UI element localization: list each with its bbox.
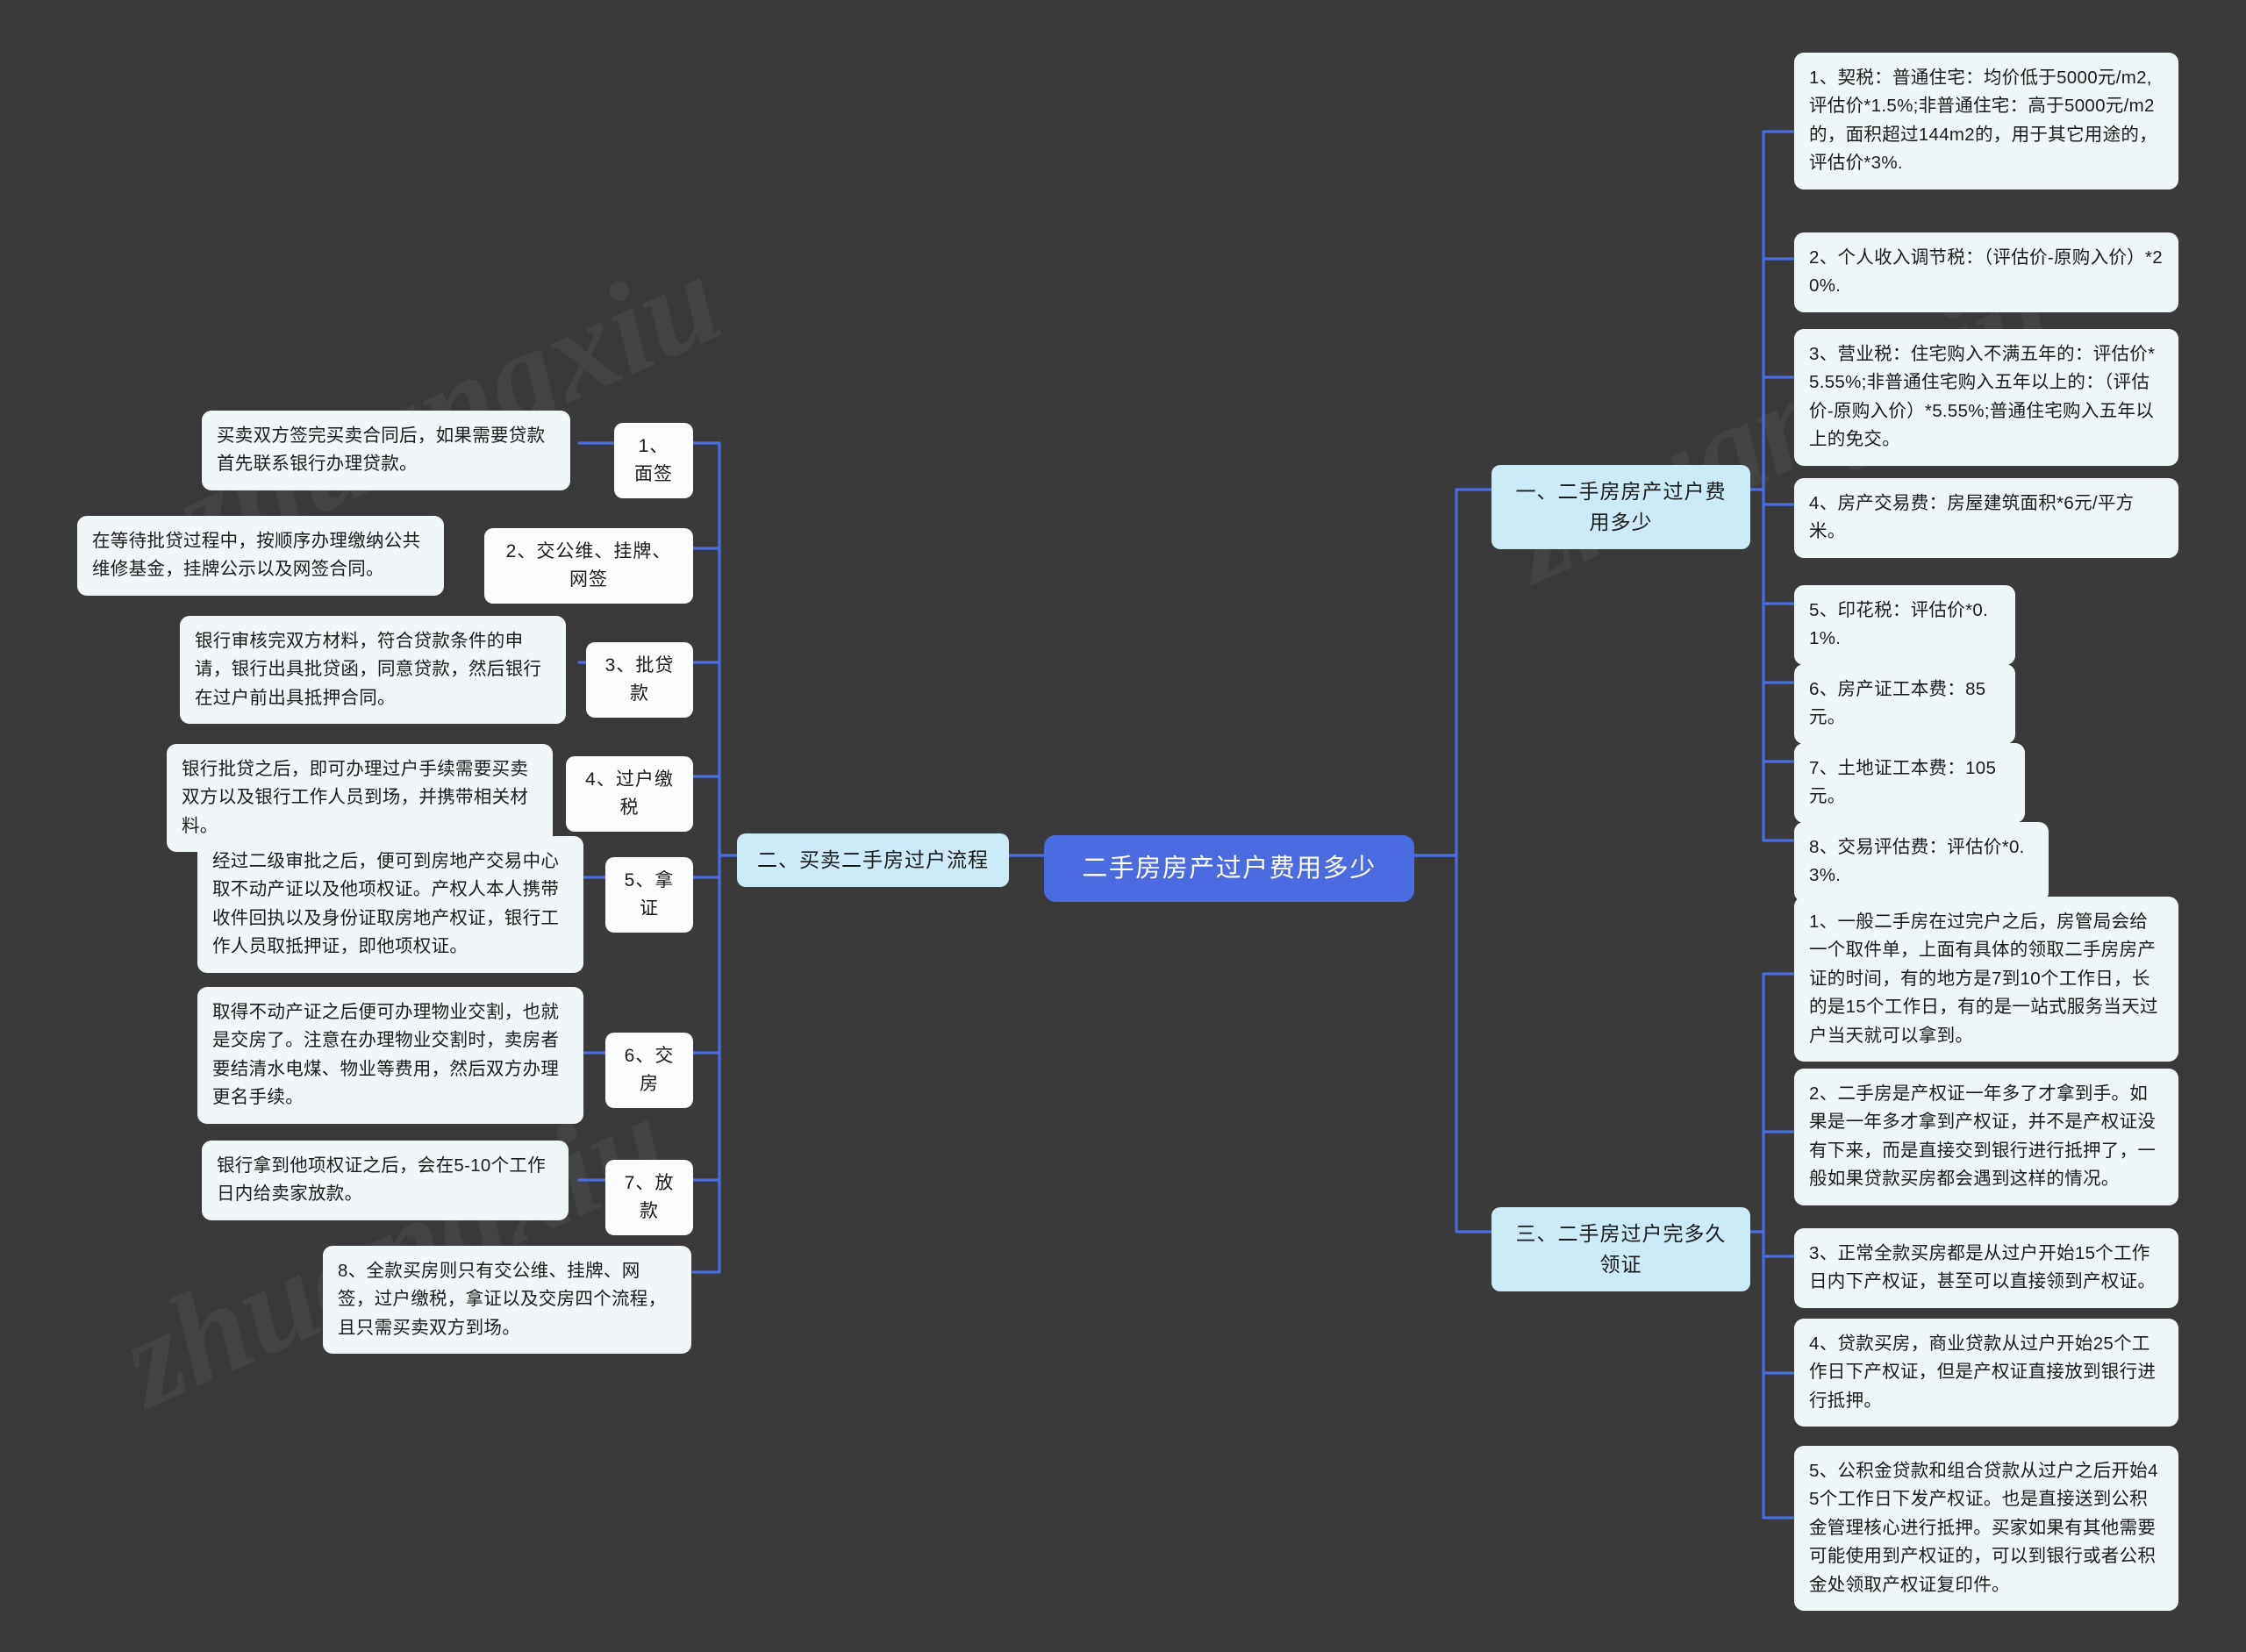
process-step-chip[interactable]: 3、批贷款 [586,642,693,718]
certificate-item-card[interactable]: 5、公积金贷款和组合贷款从过户之后开始45个工作日下发产权证。也是直接送到公积金… [1794,1446,2178,1611]
root-node[interactable]: 二手房房产过户费用多少 [1044,835,1414,903]
process-step-chip[interactable]: 2、交公维、挂牌、网签 [484,528,693,604]
process-step-detail-card[interactable]: 买卖双方签完买卖合同后，如果需要贷款首先联系银行办理贷款。 [202,411,570,490]
certificate-item-card[interactable]: 1、一般二手房在过完户之后，房管局会给一个取件单，上面有具体的领取二手房房产证的… [1794,897,2178,1062]
fee-item-card[interactable]: 6、房产证工本费：85元。 [1794,664,2015,744]
fee-item-card[interactable]: 1、契税：普通住宅：均价低于5000元/m2,评估价*1.5%;非普通住宅：高于… [1794,53,2178,190]
process-step-detail-card[interactable]: 银行拿到他项权证之后，会在5-10个工作日内给卖家放款。 [202,1141,569,1220]
fee-item-card[interactable]: 2、个人收入调节税：（评估价-原购入价）*20%. [1794,232,2178,312]
branch-node-certificate[interactable]: 三、二手房过户完多久领证 [1491,1207,1750,1291]
process-step-detail-card[interactable]: 在等待批贷过程中，按顺序办理缴纳公共维修基金，挂牌公示以及网签合同。 [77,516,444,596]
fee-item-card[interactable]: 4、房产交易费：房屋建筑面积*6元/平方米。 [1794,478,2178,558]
branch-node-fees[interactable]: 一、二手房房产过户费用多少 [1491,465,1750,549]
fee-item-card[interactable]: 5、印花税：评估价*0.1%. [1794,585,2015,665]
process-step-chip[interactable]: 6、交房 [605,1033,693,1108]
fee-item-card[interactable]: 3、营业税：住宅购入不满五年的：评估价*5.55%;非普通住宅购入五年以上的：（… [1794,329,2178,466]
certificate-item-card[interactable]: 3、正常全款买房都是从过户开始15个工作日内下产权证，甚至可以直接领到产权证。 [1794,1228,2178,1308]
process-step-detail-card[interactable]: 经过二级审批之后，便可到房地产交易中心取不动产证以及他项权证。产权人本人携带收件… [197,836,583,973]
fee-item-card[interactable]: 8、交易评估费：评估价*0.3%. [1794,822,2049,902]
branch-node-process[interactable]: 二、买卖二手房过户流程 [737,833,1009,887]
fee-item-card[interactable]: 7、土地证工本费：105元。 [1794,743,2025,823]
mindmap-canvas: zhuangxiu zhuangxiu zhuangxiu [0,0,2246,1652]
process-step-detail-card[interactable]: 取得不动产证之后便可办理物业交割，也就是交房了。注意在办理物业交割时，卖房者要结… [197,987,583,1124]
process-step-chip[interactable]: 4、过户缴税 [566,756,693,832]
process-step-chip[interactable]: 7、放款 [605,1160,693,1235]
process-step-chip[interactable]: 1、面签 [614,423,693,498]
process-step-chip[interactable]: 5、拿证 [605,857,693,933]
process-extra-card[interactable]: 8、全款买房则只有交公维、挂牌、网签，过户缴税，拿证以及交房四个流程，且只需买卖… [323,1246,691,1355]
certificate-item-card[interactable]: 2、二手房是产权证一年多了才拿到手。如果是一年多才拿到产权证，并不是产权证没有下… [1794,1069,2178,1205]
process-step-detail-card[interactable]: 银行审核完双方材料，符合贷款条件的申请，银行出具批贷函，同意贷款，然后银行在过户… [180,616,566,725]
certificate-item-card[interactable]: 4、贷款买房，商业贷款从过户开始25个工作日下产权证，但是产权证直接放到银行进行… [1794,1319,2178,1427]
